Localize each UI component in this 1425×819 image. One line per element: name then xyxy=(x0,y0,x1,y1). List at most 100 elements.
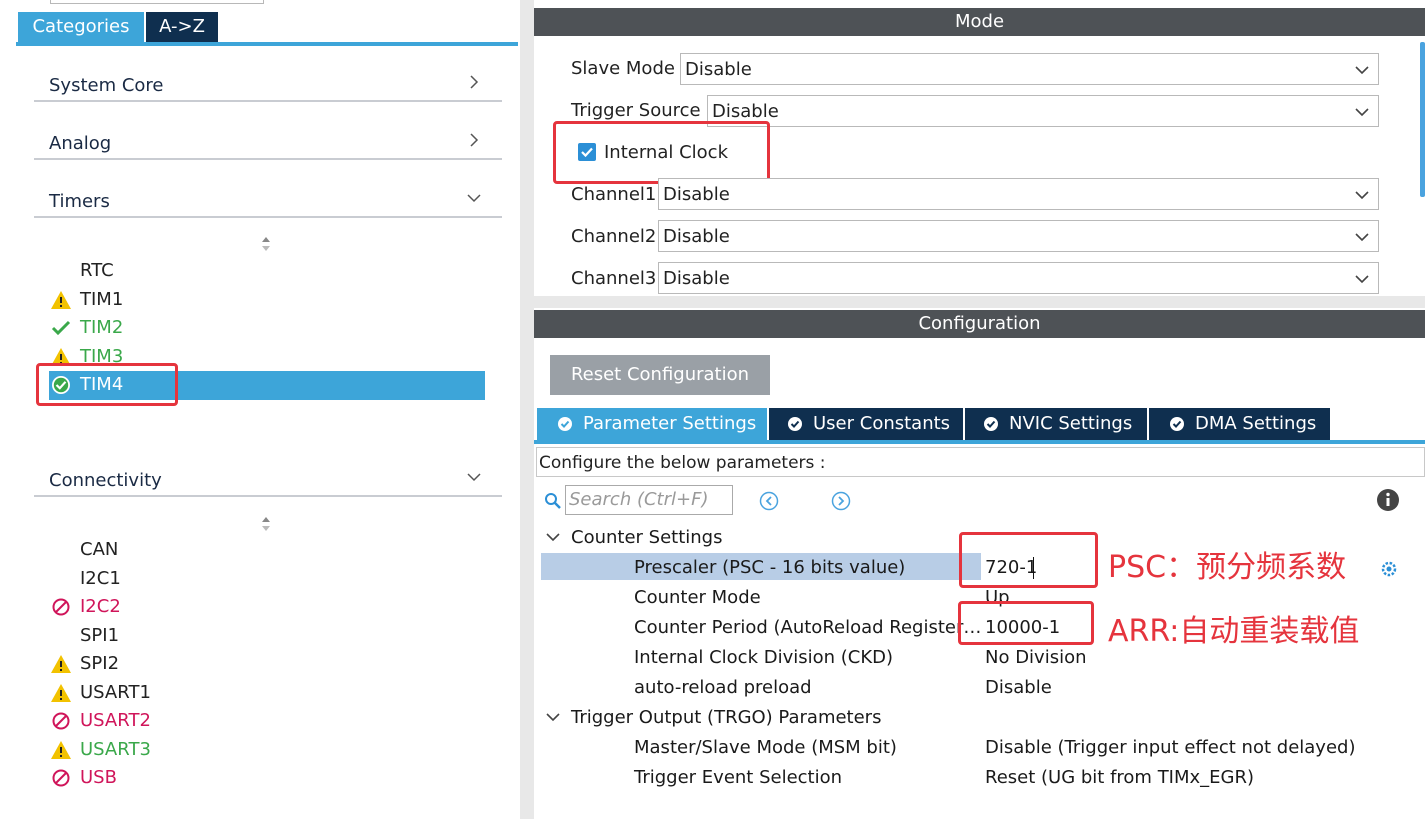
chevron-right-icon xyxy=(470,133,479,147)
slave-mode-label: Slave Mode xyxy=(571,58,675,79)
tab-underline xyxy=(534,440,1425,444)
tab-label: DMA Settings xyxy=(1195,413,1317,434)
channel3-select[interactable]: Disable xyxy=(658,262,1379,294)
tab-a-to-z[interactable]: A->Z xyxy=(146,12,218,42)
tab-label: NVIC Settings xyxy=(1009,413,1133,434)
connectivity-item-label: CAN xyxy=(80,539,119,560)
chevron-down-icon xyxy=(1355,233,1369,242)
timer-item[interactable]: TIM1 xyxy=(50,287,480,313)
trigger-source-select[interactable]: Disable xyxy=(707,95,1379,127)
arr-highlight-box xyxy=(958,601,1094,645)
slave-mode-select[interactable]: Disable xyxy=(680,53,1379,85)
scroll-arrows-icon[interactable] xyxy=(258,514,274,534)
tab-categories[interactable]: Categories xyxy=(18,12,144,42)
connectivity-item[interactable]: CAN xyxy=(50,537,480,563)
trgo-section[interactable]: Trigger Output (TRGO) Parameters xyxy=(571,707,881,728)
internal-clock-highlight-box xyxy=(553,121,770,184)
channel2-select[interactable]: Disable xyxy=(658,220,1379,252)
disabled-icon xyxy=(52,769,70,787)
chevron-down-icon xyxy=(1355,191,1369,200)
category-connectivity[interactable]: Connectivity xyxy=(34,457,502,497)
connectivity-item-label: SPI1 xyxy=(80,624,120,646)
msm-value[interactable]: Disable (Trigger input effect not delaye… xyxy=(985,737,1355,758)
prescaler-label: Prescaler (PSC - 16 bits value) xyxy=(634,557,906,578)
connectivity-item-label: USART2 xyxy=(80,710,151,731)
counter-settings-section[interactable]: Counter Settings xyxy=(571,527,722,548)
channel3-value: Disable xyxy=(663,268,730,289)
tab-parameter-settings[interactable]: Parameter Settings xyxy=(537,408,767,440)
arr-annotation: ARR:自动重装载值 xyxy=(1108,614,1360,649)
ckd-value[interactable]: No Division xyxy=(985,647,1087,668)
slave-mode-value: Disable xyxy=(685,59,752,80)
disabled-icon xyxy=(52,712,70,730)
info-icon[interactable] xyxy=(1376,488,1400,512)
counter-mode-label: Counter Mode xyxy=(634,587,761,608)
connectivity-item[interactable]: USB xyxy=(50,765,480,791)
connectivity-item-label: USART1 xyxy=(80,681,151,703)
connectivity-item[interactable]: I2C1 xyxy=(50,566,480,592)
connectivity-item-label: I2C1 xyxy=(80,567,121,589)
warning-icon xyxy=(51,683,71,702)
trigger-source-label: Trigger Source xyxy=(571,100,701,121)
connectivity-item[interactable]: USART2 xyxy=(50,708,480,734)
collapse-chevron-icon[interactable] xyxy=(545,711,561,723)
chevron-down-icon xyxy=(467,473,481,482)
section-splitter[interactable] xyxy=(534,296,1425,308)
channel1-select[interactable]: Disable xyxy=(658,178,1379,210)
scroll-arrows-icon[interactable] xyxy=(258,234,274,254)
connectivity-item[interactable]: SPI1 xyxy=(50,623,480,649)
ckd-label: Internal Clock Division (CKD) xyxy=(634,647,894,668)
channel1-label: Channel1 xyxy=(571,184,657,205)
warning-icon xyxy=(51,290,71,309)
timer-item[interactable]: TIM2 xyxy=(50,315,480,341)
connectivity-item[interactable]: I2C2 xyxy=(50,594,480,620)
previous-icon[interactable] xyxy=(759,491,779,511)
connectivity-item-label: USART3 xyxy=(80,738,151,760)
channel1-value: Disable xyxy=(663,184,730,205)
category-label: Timers xyxy=(49,191,110,212)
warning-icon xyxy=(51,655,71,673)
trgo-event-value[interactable]: Reset (UG bit from TIMx_EGR) xyxy=(985,767,1254,788)
tab-label: Parameter Settings xyxy=(583,413,757,434)
category-analog[interactable]: Analog xyxy=(34,120,502,160)
category-timers[interactable]: Timers xyxy=(34,178,502,218)
channel2-value: Disable xyxy=(663,226,730,247)
trigger-source-value: Disable xyxy=(712,101,779,122)
timer-item[interactable]: RTC xyxy=(50,258,480,284)
connectivity-item[interactable]: SPI2 xyxy=(50,651,480,677)
tab-nvic-settings[interactable]: NVIC Settings xyxy=(965,408,1147,440)
configuration-header: Configuration xyxy=(534,310,1425,338)
gear-icon[interactable] xyxy=(1380,560,1398,578)
tab-dma-settings[interactable]: DMA Settings xyxy=(1149,408,1330,440)
trgo-event-label: Trigger Event Selection xyxy=(634,767,843,788)
top-search-box[interactable] xyxy=(50,0,264,4)
disabled-icon xyxy=(52,598,70,616)
preload-value[interactable]: Disable xyxy=(985,677,1052,698)
chevron-down-icon xyxy=(1355,108,1369,117)
collapse-chevron-icon[interactable] xyxy=(545,531,561,543)
chevron-down-icon xyxy=(1355,275,1369,284)
tab-user-constants[interactable]: User Constants xyxy=(769,408,963,440)
connectivity-item[interactable]: USART3 xyxy=(50,737,480,763)
channel2-label: Channel2 xyxy=(571,226,657,247)
connectivity-item[interactable]: USART1 xyxy=(50,680,480,706)
reset-configuration-button[interactable]: Reset Configuration xyxy=(550,355,770,395)
next-icon[interactable] xyxy=(831,491,851,511)
category-system-core[interactable]: System Core xyxy=(34,62,502,102)
counter-period-label: Counter Period (AutoReload Register… xyxy=(634,617,980,638)
configure-description: Configure the below parameters : xyxy=(536,447,1425,477)
search-input[interactable]: Search (Ctrl+F) xyxy=(565,485,733,515)
connectivity-item-label: I2C2 xyxy=(80,596,121,617)
category-label: Analog xyxy=(49,133,112,154)
psc-annotation: PSC：预分频系数 xyxy=(1108,550,1347,585)
categories-panel: Categories A->Z System Core Analog Timer… xyxy=(0,0,520,819)
preload-label: auto-reload preload xyxy=(634,677,812,698)
msm-label: Master/Slave Mode (MSM bit) xyxy=(634,737,897,758)
mode-scrollbar[interactable] xyxy=(1420,42,1425,197)
panel-divider[interactable] xyxy=(520,0,534,819)
chevron-down-icon xyxy=(1355,66,1369,75)
connectivity-item-label: USB xyxy=(80,767,117,788)
tim4-highlight-box xyxy=(36,363,178,406)
psc-highlight-box xyxy=(959,532,1098,588)
chevron-right-icon xyxy=(470,75,479,89)
